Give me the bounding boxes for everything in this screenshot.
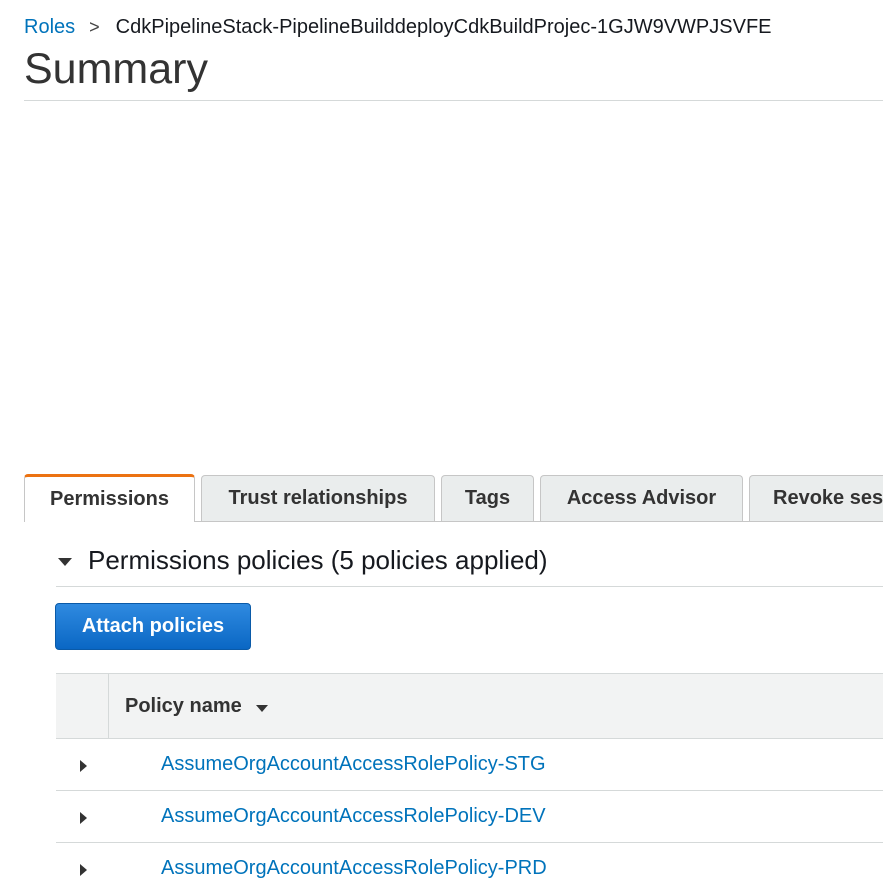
tab-bar: Permissions Trust relationships Tags Acc… xyxy=(24,474,883,522)
tab-revoke-sessions[interactable]: Revoke sessions xyxy=(749,475,883,521)
table-row: AssumeOrgAccountAccessRolePolicy-PRD xyxy=(56,843,883,889)
policies-table: Policy name AssumeOrgAccountAccessRolePo… xyxy=(56,673,883,889)
tab-access-advisor[interactable]: Access Advisor xyxy=(540,475,743,521)
tab-divider xyxy=(195,521,883,522)
tab-permissions[interactable]: Permissions xyxy=(24,474,195,522)
policy-name-header-label: Policy name xyxy=(125,694,242,717)
expand-row-caret-icon[interactable] xyxy=(80,812,87,824)
expand-row-caret-icon[interactable] xyxy=(80,864,87,876)
sort-caret-down-icon[interactable] xyxy=(255,704,268,712)
permissions-policies-title: Permissions policies (5 policies applied… xyxy=(88,545,548,575)
breadcrumb: Roles > CdkPipelineStack-PipelineBuildde… xyxy=(24,14,772,40)
breadcrumb-current-role: CdkPipelineStack-PipelineBuilddeployCdkB… xyxy=(115,16,772,38)
tab-trust-relationships[interactable]: Trust relationships xyxy=(201,475,435,521)
section-divider xyxy=(56,586,883,587)
title-divider xyxy=(24,100,883,101)
expand-row-caret-icon[interactable] xyxy=(80,760,87,772)
breadcrumb-roles-link[interactable]: Roles xyxy=(24,14,75,40)
policy-link[interactable]: AssumeOrgAccountAccessRolePolicy-STG xyxy=(161,739,546,790)
iam-role-page: Roles > CdkPipelineStack-PipelineBuildde… xyxy=(0,0,883,889)
permissions-policies-toggle[interactable]: Permissions policies (5 policies applied… xyxy=(58,545,548,576)
caret-down-icon xyxy=(58,557,72,566)
policy-name-column-header[interactable]: Policy name xyxy=(125,674,268,738)
table-header: Policy name xyxy=(56,673,883,739)
page-title: Summary xyxy=(24,45,208,93)
breadcrumb-separator: > xyxy=(89,17,100,37)
table-row: AssumeOrgAccountAccessRolePolicy-STG xyxy=(56,739,883,791)
table-row: AssumeOrgAccountAccessRolePolicy-DEV xyxy=(56,791,883,843)
tab-tags[interactable]: Tags xyxy=(441,475,534,521)
expand-column-header xyxy=(56,674,109,738)
policy-link[interactable]: AssumeOrgAccountAccessRolePolicy-DEV xyxy=(161,791,546,842)
policy-link[interactable]: AssumeOrgAccountAccessRolePolicy-PRD xyxy=(161,843,547,889)
attach-policies-button[interactable]: Attach policies xyxy=(55,603,251,650)
